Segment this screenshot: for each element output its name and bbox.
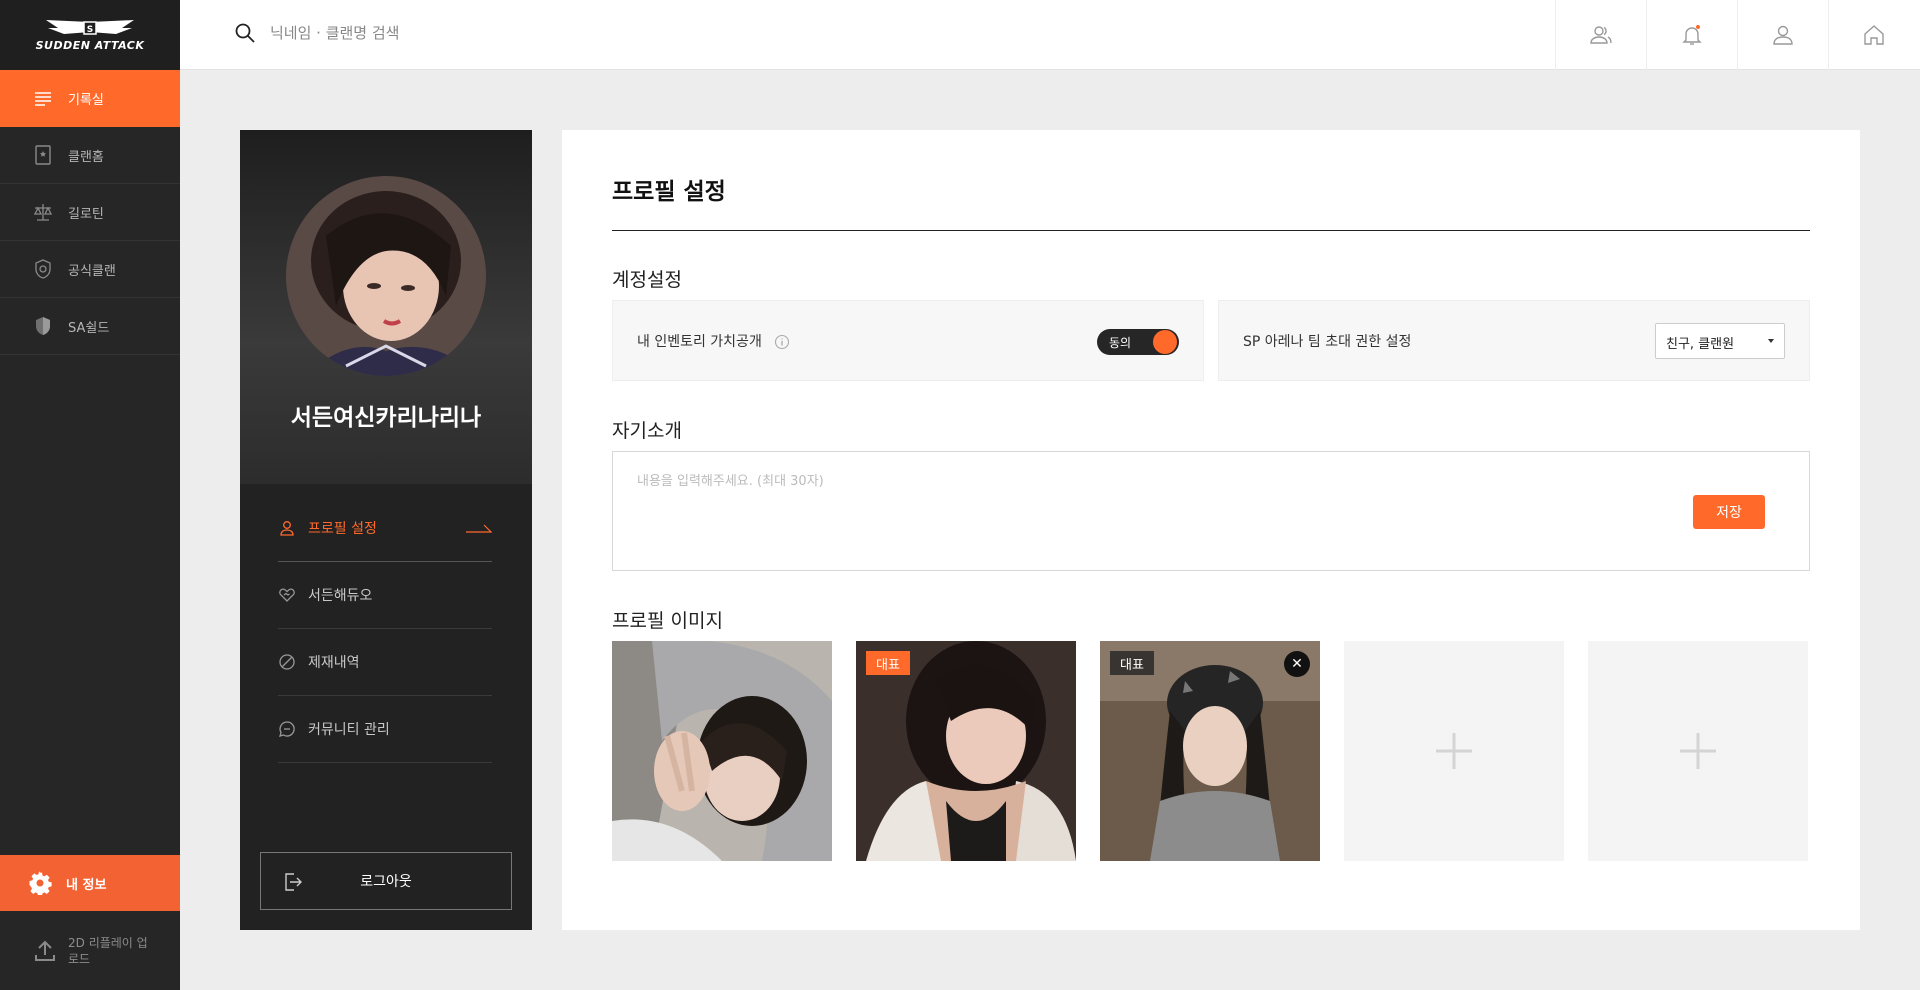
intro-textarea[interactable] <box>637 470 1637 550</box>
nav-item-label: 기록실 <box>68 93 104 108</box>
side-nav: S SUDDEN ATTACK 기록실 클랜홈 길로틴 공식클랜 SA쉴드 내 … <box>0 0 180 990</box>
notification-button[interactable] <box>1646 0 1736 70</box>
gear-icon <box>29 871 52 895</box>
user-button[interactable] <box>1737 0 1827 70</box>
profile-menu-sanctions[interactable]: 제재내역 <box>278 629 492 696</box>
upload-icon <box>35 940 55 961</box>
profile-image-3[interactable]: 대표 ✕ <box>1100 641 1320 861</box>
nav-item-label: 공식클랜 <box>68 263 116 279</box>
page-title: 프로필 설정 <box>612 179 726 205</box>
nav-item-label: 길로틴 <box>68 206 104 222</box>
search-box <box>234 22 590 44</box>
official-badge-icon <box>35 259 51 279</box>
profile-menu-settings[interactable]: 프로필 설정 <box>278 495 492 562</box>
section-title-images: 프로필 이미지 <box>612 610 723 632</box>
plus-icon <box>1434 731 1474 771</box>
info-icon[interactable] <box>774 334 790 350</box>
profile-menu-label: 커뮤니티 관리 <box>308 722 390 738</box>
select-value: 친구, 클랜원 <box>1666 337 1735 352</box>
close-icon: ✕ <box>1291 656 1303 672</box>
logout-icon <box>285 873 302 891</box>
save-button[interactable]: 저장 <box>1693 495 1765 529</box>
add-image-slot[interactable] <box>1588 641 1808 861</box>
nickname: 서든여신카리나리나 <box>290 405 482 431</box>
friends-button[interactable] <box>1555 0 1645 70</box>
invite-permission-select[interactable]: 친구, 클랜원 <box>1655 323 1785 359</box>
chevron-down-icon <box>1768 339 1774 343</box>
heart-handshake-icon <box>279 588 295 602</box>
inventory-label-row: 내 인벤토리 가치공개 <box>637 331 790 351</box>
section-title-account: 계정설정 <box>612 269 682 291</box>
inventory-toggle[interactable]: 동의 <box>1097 329 1179 355</box>
intro-box: 저장 <box>612 451 1810 571</box>
avatar[interactable] <box>286 176 486 376</box>
nav-item-label: 클랜홈 <box>68 149 104 165</box>
plus-icon <box>1678 731 1718 771</box>
nav-item-guillotine[interactable]: 길로틴 <box>0 184 180 241</box>
add-image-slot[interactable] <box>1344 641 1564 861</box>
nav-item-records[interactable]: 기록실 <box>0 70 180 127</box>
user-icon <box>1772 25 1793 45</box>
logout-label: 로그아웃 <box>360 874 412 890</box>
shield-icon <box>36 317 50 335</box>
list-icon <box>35 91 51 106</box>
profile-header: 서든여신카리나리나 <box>240 130 532 484</box>
svg-text:S: S <box>87 25 93 35</box>
profile-menu-label: 제재내역 <box>308 655 360 671</box>
inventory-setting: 내 인벤토리 가치공개 동의 <box>612 300 1204 381</box>
remove-image-button[interactable]: ✕ <box>1284 651 1310 677</box>
invite-setting: SP 아레나 팀 초대 권한 설정 친구, 클랜원 <box>1218 300 1810 381</box>
inventory-label: 내 인벤토리 가치공개 <box>637 334 762 350</box>
profile-image-2[interactable]: 대표 <box>856 641 1076 861</box>
toggle-label: 동의 <box>1109 336 1132 350</box>
nav-my-info[interactable]: 내 정보 <box>0 855 180 911</box>
search-input[interactable] <box>270 24 590 42</box>
settings-panel: 프로필 설정 계정설정 내 인벤토리 가치공개 동의 SP 아레나 팀 초대 권… <box>562 130 1860 930</box>
nav-my-info-label: 내 정보 <box>66 877 107 893</box>
profile-image-1[interactable] <box>612 641 832 861</box>
sudden-attack-logo[interactable]: S SUDDEN ATTACK <box>0 0 180 70</box>
logo-text: SUDDEN ATTACK <box>35 39 145 52</box>
nav-item-clan-home[interactable]: 클랜홈 <box>0 127 180 184</box>
profile-menu-community[interactable]: 커뮤니티 관리 <box>278 696 492 763</box>
representative-badge: 대표 <box>1110 651 1154 675</box>
chat-icon <box>279 721 295 737</box>
profile-menu-duo[interactable]: 서든해듀오 <box>278 562 492 629</box>
user-icon <box>280 521 294 536</box>
section-title-intro: 자기소개 <box>612 420 682 442</box>
nav-item-sa-shield[interactable]: SA쉴드 <box>0 298 180 355</box>
friends-icon <box>1589 26 1612 44</box>
invite-label: SP 아레나 팀 초대 권한 설정 <box>1243 334 1412 350</box>
representative-badge: 대표 <box>866 651 910 675</box>
logout-button[interactable]: 로그아웃 <box>260 852 512 910</box>
arrow-right-icon <box>466 524 492 533</box>
avatar-photo <box>286 176 486 376</box>
top-bar <box>180 0 1920 70</box>
profile-menu-label: 서든해듀오 <box>308 588 373 604</box>
profile-card: 서든여신카리나리나 프로필 설정 서든해듀오 제재내역 커뮤니티 관리 로그아웃 <box>240 130 532 930</box>
nav-replay-upload[interactable]: 2D 리플레이 업로드 <box>0 911 180 990</box>
home-button[interactable] <box>1828 0 1918 70</box>
ban-icon <box>279 654 295 670</box>
notification-bell-icon <box>1681 25 1702 45</box>
profile-photo <box>612 641 832 861</box>
home-icon <box>1863 25 1884 45</box>
nav-item-label: SA쉴드 <box>68 320 110 336</box>
winged-logo-icon: S <box>46 20 134 35</box>
clan-book-icon <box>35 145 51 165</box>
profile-menu-label: 프로필 설정 <box>308 521 377 537</box>
nav-item-official-clan[interactable]: 공식클랜 <box>0 241 180 298</box>
scale-icon <box>33 204 53 221</box>
toggle-knob <box>1153 330 1177 354</box>
search-icon[interactable] <box>234 22 256 44</box>
title-divider <box>612 230 1810 231</box>
nav-replay-label: 2D 리플레이 업로드 <box>68 935 148 966</box>
